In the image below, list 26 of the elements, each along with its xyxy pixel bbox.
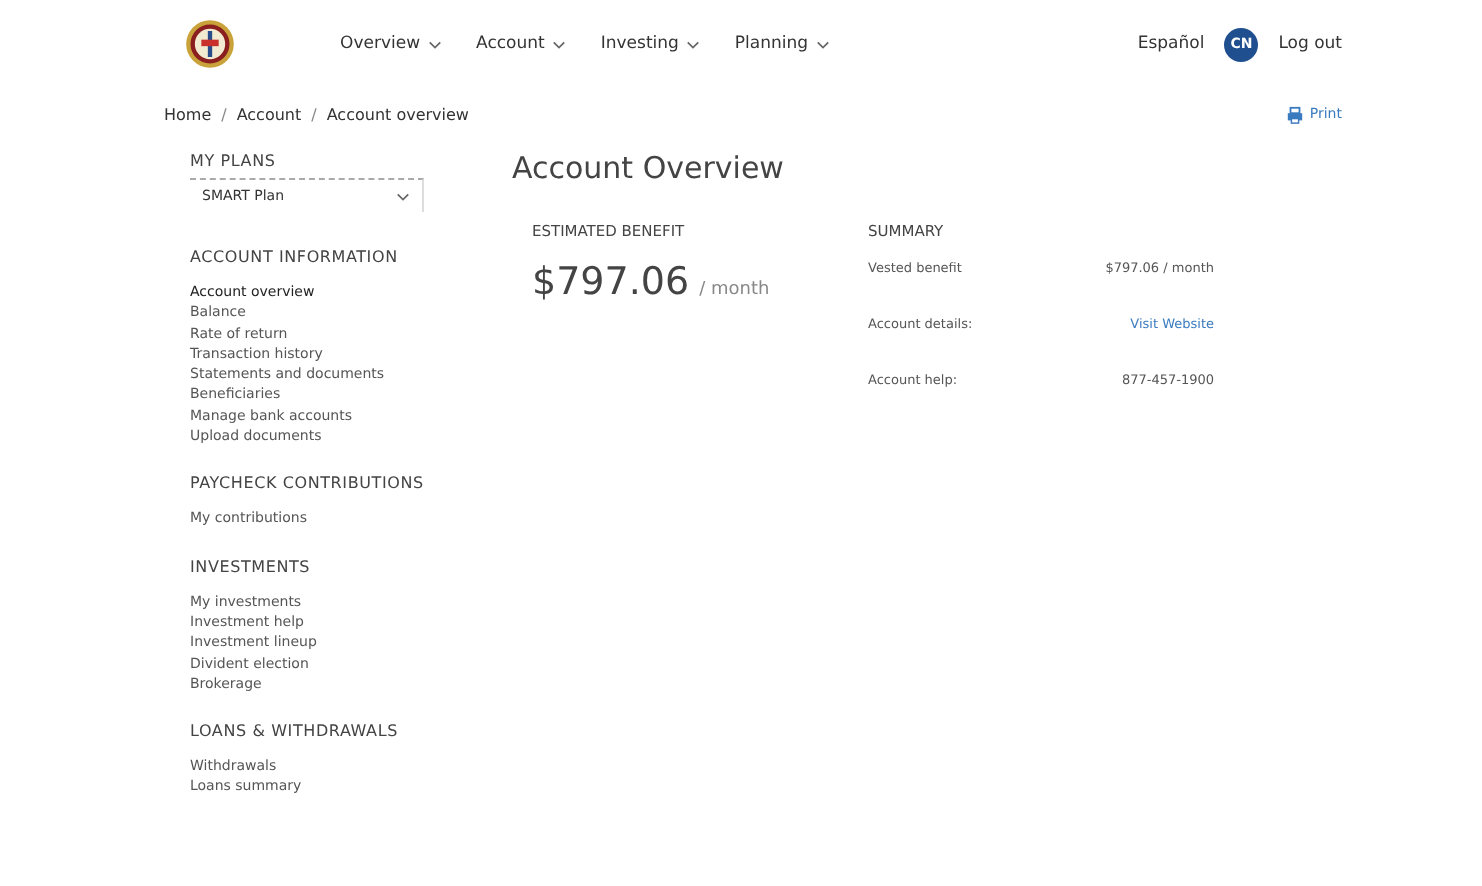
printer-icon — [1285, 105, 1304, 123]
chevron-down-icon — [816, 39, 831, 49]
benefit-unit: / month — [699, 280, 770, 300]
breadcrumb-link[interactable]: Account — [236, 105, 302, 123]
page-title: Account Overview — [512, 150, 786, 186]
section-heading: PAYCHECK CONTRIBUTIONS — [190, 474, 426, 493]
breadcrumb-separator: / — [221, 105, 227, 123]
chevron-down-icon — [552, 39, 567, 49]
breadcrumb-separator: / — [311, 105, 317, 123]
section-heading: MY PLANS — [190, 152, 278, 170]
logout-link[interactable]: Log out — [1278, 34, 1342, 54]
chevron-down-icon — [428, 39, 443, 49]
nav-menu-item[interactable]: Overview — [340, 34, 443, 54]
nav-menu-item[interactable]: Account — [476, 34, 567, 54]
breadcrumb-link[interactable]: Account overview — [326, 105, 469, 123]
breadcrumb-link[interactable]: Home — [164, 105, 212, 123]
section-heading: LOANS & WITHDRAWALS — [190, 722, 400, 741]
nav-menu-item[interactable]: Planning — [734, 34, 831, 54]
language-link[interactable]: Español — [1137, 34, 1205, 54]
seal-logo-icon[interactable] — [184, 18, 236, 70]
nav-menu-item[interactable]: Investing — [600, 34, 701, 54]
chevron-down-icon — [396, 191, 410, 201]
section-heading: INVESTMENTS — [190, 557, 313, 576]
section-heading: ACCOUNT INFORMATION — [190, 248, 400, 266]
chevron-down-icon — [686, 39, 701, 49]
benefit-amount: $797.06 — [532, 260, 690, 304]
